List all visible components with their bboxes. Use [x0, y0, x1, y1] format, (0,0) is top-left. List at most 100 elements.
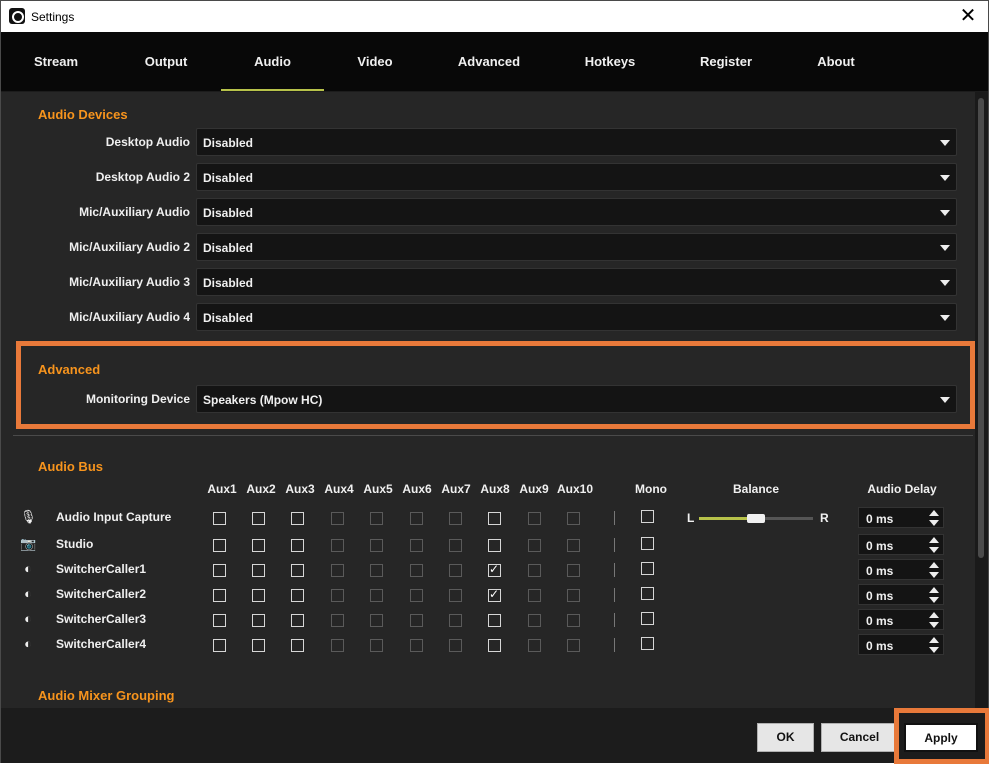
audio-delay-spinbox[interactable]: 0 ms	[858, 534, 944, 555]
checkbox-aux8[interactable]	[488, 614, 501, 627]
checkbox-aux6[interactable]	[410, 512, 423, 525]
audio-delay-spinbox[interactable]: 0 ms	[858, 609, 944, 630]
mono-checkbox[interactable]	[641, 637, 654, 650]
checkbox-aux7[interactable]	[449, 589, 462, 602]
tab-video[interactable]: Video	[341, 32, 409, 91]
checkbox-aux5[interactable]	[370, 589, 383, 602]
apply-button[interactable]: Apply	[904, 723, 978, 752]
checkbox-aux9[interactable]	[528, 512, 541, 525]
checkbox-aux3[interactable]	[291, 539, 304, 552]
chevron-up-icon[interactable]	[929, 612, 939, 618]
checkbox-aux5[interactable]	[370, 614, 383, 627]
checkbox-aux6[interactable]	[410, 539, 423, 552]
checkbox-aux3[interactable]	[291, 614, 304, 627]
checkbox-aux2[interactable]	[252, 512, 265, 525]
checkbox-aux2[interactable]	[252, 539, 265, 552]
checkbox-aux5[interactable]	[370, 539, 383, 552]
checkbox-aux7[interactable]	[449, 614, 462, 627]
audio-delay-spinbox[interactable]: 0 ms	[858, 584, 944, 605]
chevron-down-icon[interactable]	[929, 622, 939, 628]
checkbox-aux10[interactable]	[567, 564, 580, 577]
checkbox-aux3[interactable]	[291, 512, 304, 525]
checkbox-aux3[interactable]	[291, 589, 304, 602]
tab-output[interactable]: Output	[126, 32, 206, 91]
audio-delay-spinbox[interactable]: 0 ms	[858, 559, 944, 580]
mic-aux-audio-3-select[interactable]: Disabled	[196, 268, 957, 296]
chevron-down-icon[interactable]	[929, 572, 939, 578]
monitoring-device-select[interactable]: Speakers (Mpow HC)	[196, 385, 957, 413]
checkbox-aux9[interactable]	[528, 589, 541, 602]
scrollbar-thumb[interactable]	[978, 98, 984, 558]
audio-delay-spinbox[interactable]: 0 ms	[858, 634, 944, 655]
tab-advanced[interactable]: Advanced	[446, 32, 532, 91]
ok-button[interactable]: OK	[757, 723, 814, 752]
chevron-down-icon[interactable]	[929, 597, 939, 603]
checkbox-aux10[interactable]	[567, 539, 580, 552]
checkbox-aux9[interactable]	[528, 564, 541, 577]
checkbox-aux6[interactable]	[410, 614, 423, 627]
checkbox-aux2[interactable]	[252, 589, 265, 602]
checkbox-aux2[interactable]	[252, 564, 265, 577]
checkbox-aux3[interactable]	[291, 564, 304, 577]
checkbox-aux6[interactable]	[410, 589, 423, 602]
checkbox-aux7[interactable]	[449, 539, 462, 552]
checkbox-aux4[interactable]	[331, 539, 344, 552]
chevron-down-icon[interactable]	[929, 547, 939, 553]
checkbox-aux4[interactable]	[331, 512, 344, 525]
mic-aux-audio-4-select[interactable]: Disabled	[196, 303, 957, 331]
checkbox-aux10[interactable]	[567, 512, 580, 525]
checkbox-aux7[interactable]	[449, 564, 462, 577]
balance-slider-handle[interactable]	[747, 514, 765, 523]
checkbox-aux9[interactable]	[528, 614, 541, 627]
checkbox-aux1[interactable]	[213, 512, 226, 525]
checkbox-aux1[interactable]	[213, 639, 226, 652]
checkbox-aux4[interactable]	[331, 614, 344, 627]
checkbox-aux5[interactable]	[370, 564, 383, 577]
checkbox-aux4[interactable]	[331, 564, 344, 577]
checkbox-aux9[interactable]	[528, 539, 541, 552]
checkbox-aux1[interactable]	[213, 564, 226, 577]
checkbox-aux7[interactable]	[449, 639, 462, 652]
checkbox-aux4[interactable]	[331, 589, 344, 602]
vertical-scrollbar[interactable]	[975, 92, 988, 708]
desktop-audio-2-select[interactable]: Disabled	[196, 163, 957, 191]
mono-checkbox[interactable]	[641, 562, 654, 575]
checkbox-aux2[interactable]	[252, 614, 265, 627]
mono-checkbox[interactable]	[641, 612, 654, 625]
checkbox-aux4[interactable]	[331, 639, 344, 652]
chevron-up-icon[interactable]	[929, 637, 939, 643]
checkbox-aux7[interactable]	[449, 512, 462, 525]
checkbox-aux6[interactable]	[410, 639, 423, 652]
chevron-up-icon[interactable]	[929, 510, 939, 516]
checkbox-aux10[interactable]	[567, 614, 580, 627]
close-button[interactable]: ✕	[954, 3, 982, 29]
checkbox-aux6[interactable]	[410, 564, 423, 577]
checkbox-aux8[interactable]	[488, 562, 501, 577]
tab-hotkeys[interactable]: Hotkeys	[571, 32, 649, 91]
chevron-up-icon[interactable]	[929, 587, 939, 593]
checkbox-aux8[interactable]	[488, 512, 501, 525]
checkbox-aux5[interactable]	[370, 639, 383, 652]
checkbox-aux1[interactable]	[213, 614, 226, 627]
checkbox-aux10[interactable]	[567, 589, 580, 602]
checkbox-aux8[interactable]	[488, 587, 501, 602]
chevron-up-icon[interactable]	[929, 562, 939, 568]
tab-stream[interactable]: Stream	[20, 32, 92, 91]
mono-checkbox[interactable]	[641, 537, 654, 550]
mono-checkbox[interactable]	[641, 510, 654, 523]
chevron-down-icon[interactable]	[929, 520, 939, 526]
checkbox-aux1[interactable]	[213, 589, 226, 602]
checkbox-aux8[interactable]	[488, 539, 501, 552]
checkbox-aux8[interactable]	[488, 639, 501, 652]
chevron-up-icon[interactable]	[929, 537, 939, 543]
chevron-down-icon[interactable]	[929, 647, 939, 653]
mono-checkbox[interactable]	[641, 587, 654, 600]
checkbox-aux3[interactable]	[291, 639, 304, 652]
audio-delay-spinbox[interactable]: 0 ms	[858, 507, 944, 528]
tab-register[interactable]: Register	[687, 32, 765, 91]
cancel-button[interactable]: Cancel	[821, 723, 898, 752]
desktop-audio-select[interactable]: Disabled	[196, 128, 957, 156]
mic-aux-audio-2-select[interactable]: Disabled	[196, 233, 957, 261]
checkbox-aux2[interactable]	[252, 639, 265, 652]
checkbox-aux5[interactable]	[370, 512, 383, 525]
